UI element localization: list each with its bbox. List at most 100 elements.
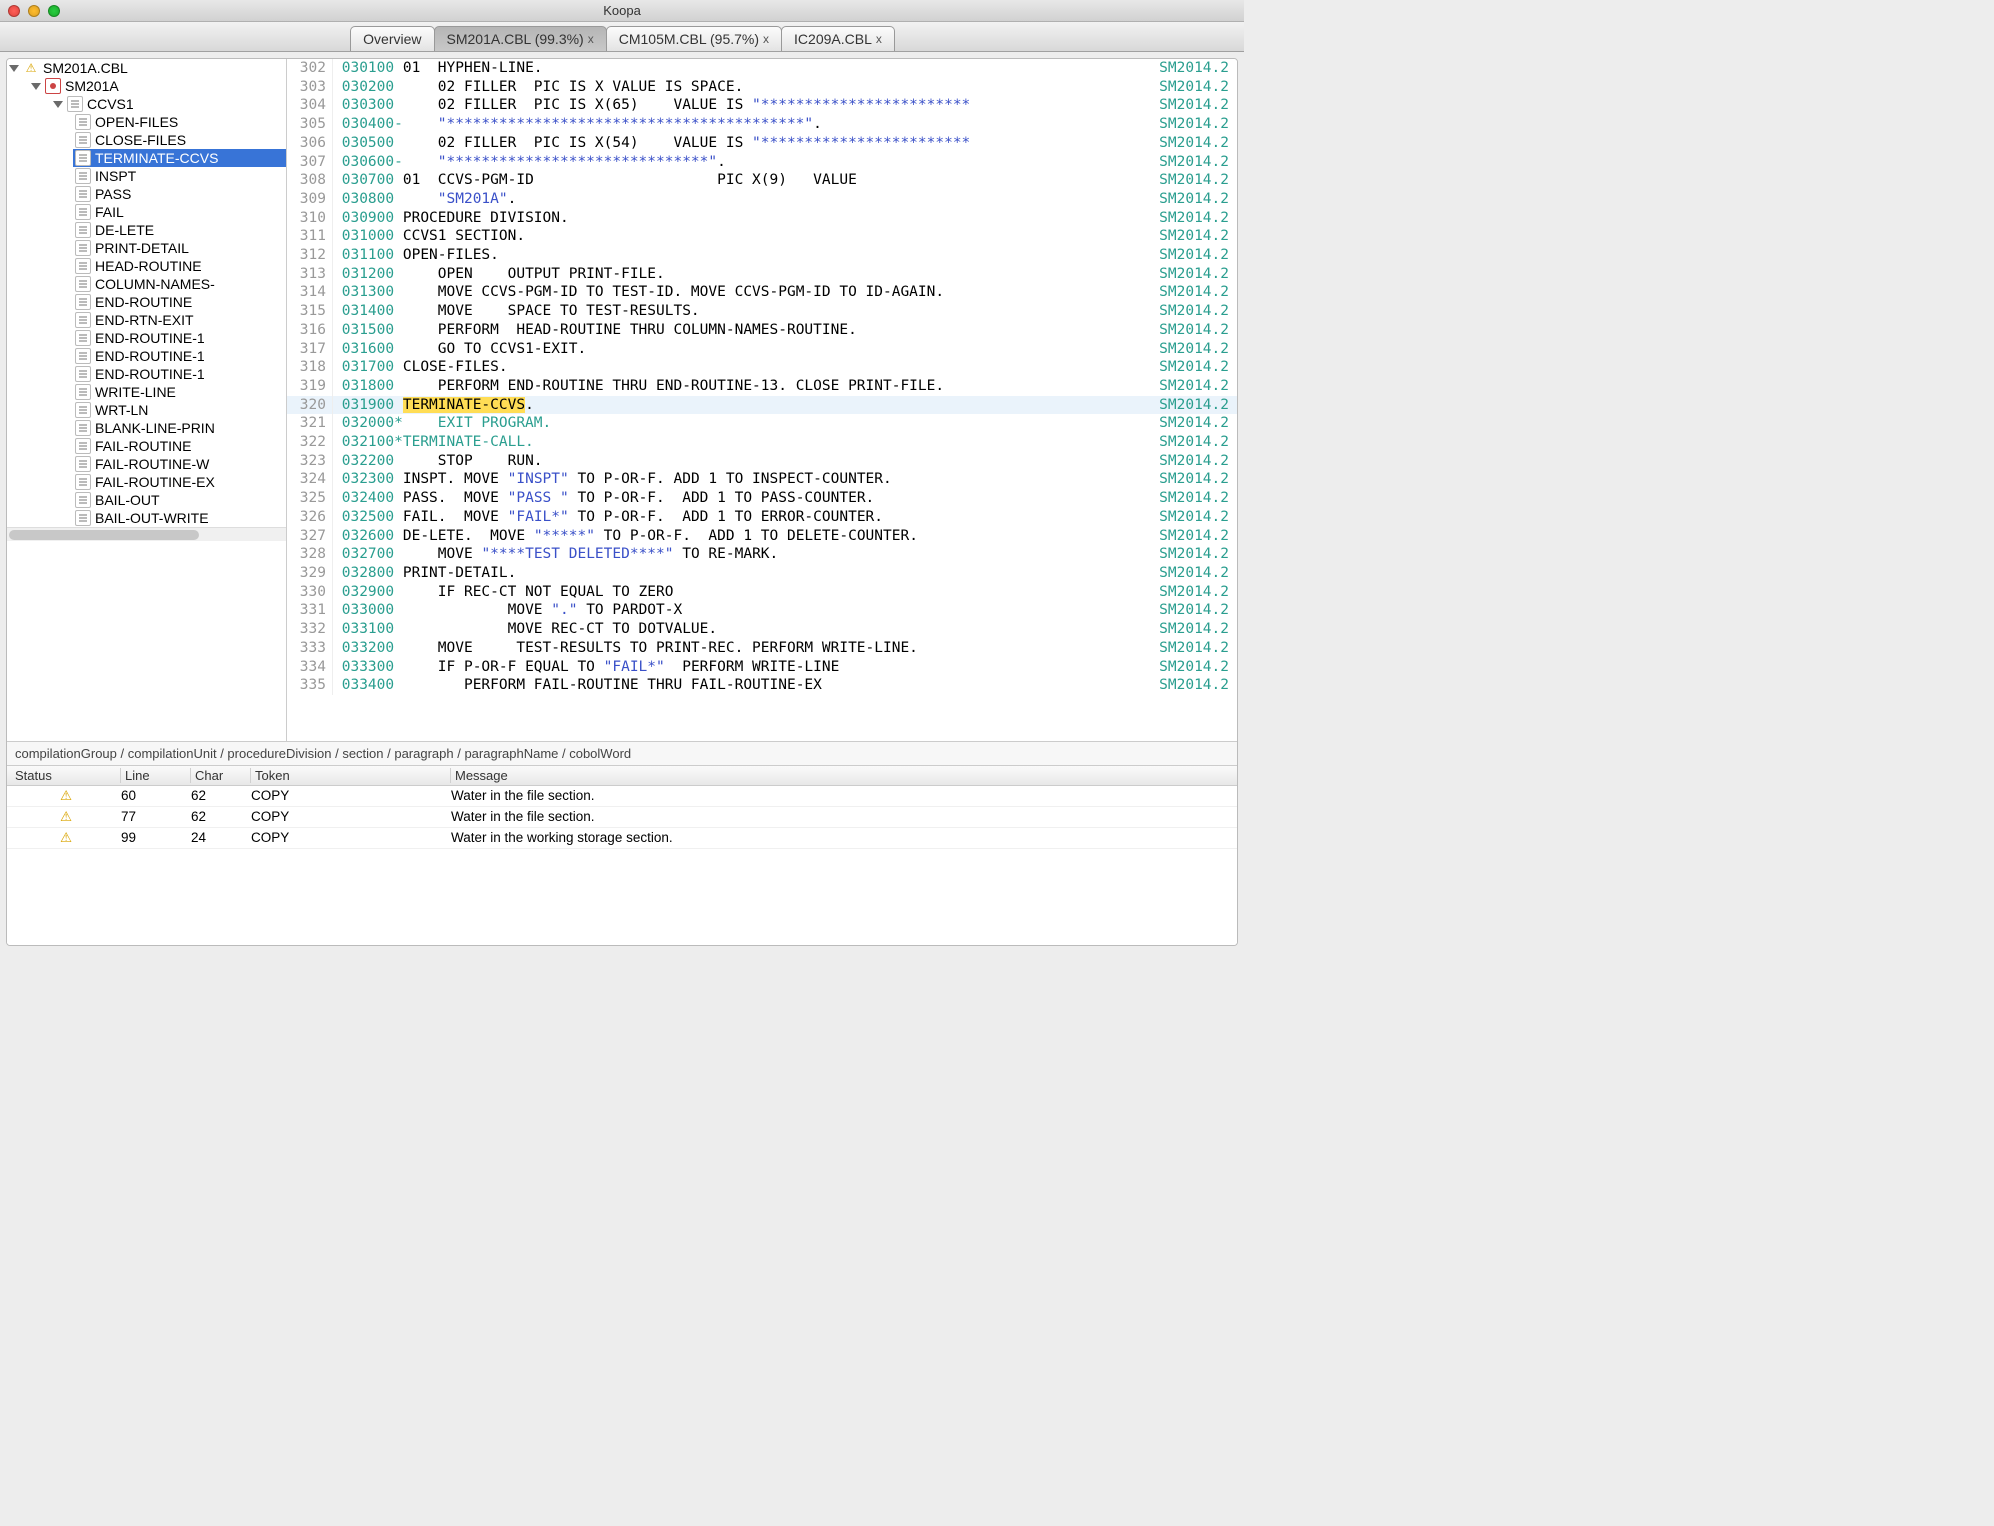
code-line[interactable]: 310 030900 PROCEDURE DIVISION.SM2014.2 (287, 209, 1237, 228)
code-line[interactable]: 330 032900 IF REC-CT NOT EQUAL TO ZEROSM… (287, 583, 1237, 602)
doc-icon (67, 96, 83, 112)
code-line[interactable]: 333 033200 MOVE TEST-RESULTS TO PRINT-RE… (287, 639, 1237, 658)
tree-item-label: OPEN-FILES (95, 114, 178, 130)
tree-item[interactable]: HEAD-ROUTINE (73, 257, 286, 275)
tree-item[interactable]: END-RTN-EXIT (73, 311, 286, 329)
code-line[interactable]: 304 030300 02 FILLER PIC IS X(65) VALUE … (287, 96, 1237, 115)
code-text: 030100 01 HYPHEN-LINE.SM2014.2 (333, 59, 1237, 78)
tree-item[interactable]: CLOSE-FILES (73, 131, 286, 149)
message-row[interactable]: ⚠7762COPYWater in the file section. (7, 807, 1237, 828)
disclosure-icon[interactable] (53, 101, 63, 108)
code-text: 030400- "*******************************… (333, 115, 1237, 134)
doc-icon (75, 510, 91, 526)
tab[interactable]: IC209A.CBLx (781, 26, 895, 51)
tree-item[interactable]: FAIL-ROUTINE (73, 437, 286, 455)
line-number: 324 (287, 470, 333, 489)
code-line[interactable]: 302 030100 01 HYPHEN-LINE.SM2014.2 (287, 59, 1237, 78)
col-token[interactable]: Token (251, 768, 451, 783)
disclosure-icon[interactable] (9, 65, 19, 72)
code-line[interactable]: 323 032200 STOP RUN.SM2014.2 (287, 452, 1237, 471)
message-row[interactable]: ⚠6062COPYWater in the file section. (7, 786, 1237, 807)
code-line[interactable]: 332 033100 MOVE REC-CT TO DOTVALUE.SM201… (287, 620, 1237, 639)
code-line[interactable]: 325 032400 PASS. MOVE "PASS " TO P-OR-F.… (287, 489, 1237, 508)
tab[interactable]: SM201A.CBL (99.3%)x (434, 26, 607, 51)
tree-program[interactable]: SM201A (29, 77, 286, 95)
code-line[interactable]: 315 031400 MOVE SPACE TO TEST-RESULTS.SM… (287, 302, 1237, 321)
tree-root[interactable]: SM201A.CBL (7, 59, 286, 77)
code-line[interactable]: 312 031100 OPEN-FILES.SM2014.2 (287, 246, 1237, 265)
line-number: 314 (287, 283, 333, 302)
tree-item[interactable]: END-ROUTINE-1 (73, 329, 286, 347)
code-line[interactable]: 328 032700 MOVE "****TEST DELETED****" T… (287, 545, 1237, 564)
code-line[interactable]: 317 031600 GO TO CCVS1-EXIT.SM2014.2 (287, 340, 1237, 359)
code-line[interactable]: 306 030500 02 FILLER PIC IS X(54) VALUE … (287, 134, 1237, 153)
tree-item-label: BAIL-OUT (95, 492, 160, 508)
tree-item[interactable]: TERMINATE-CCVS (73, 149, 286, 167)
message-row[interactable]: ⚠9924COPYWater in the working storage se… (7, 828, 1237, 849)
code-line[interactable]: 305 030400- "***************************… (287, 115, 1237, 134)
code-line[interactable]: 324 032300 INSPT. MOVE "INSPT" TO P-OR-F… (287, 470, 1237, 489)
code-line[interactable]: 322 032100*TERMINATE-CALL.SM2014.2 (287, 433, 1237, 452)
code-line[interactable]: 318 031700 CLOSE-FILES.SM2014.2 (287, 358, 1237, 377)
code-line[interactable]: 309 030800 "SM201A".SM2014.2 (287, 190, 1237, 209)
breadcrumb[interactable]: compilationGroup / compilationUnit / pro… (7, 741, 1237, 765)
code-line[interactable]: 327 032600 DE-LETE. MOVE "*****" TO P-OR… (287, 527, 1237, 546)
doc-icon (75, 420, 91, 436)
doc-icon (75, 366, 91, 382)
col-status[interactable]: Status (11, 768, 121, 783)
col-char[interactable]: Char (191, 768, 251, 783)
code-line[interactable]: 326 032500 FAIL. MOVE "FAIL*" TO P-OR-F.… (287, 508, 1237, 527)
code-line[interactable]: 334 033300 IF P-OR-F EQUAL TO "FAIL*" PE… (287, 658, 1237, 677)
scrollbar-thumb[interactable] (9, 530, 199, 540)
close-tab-icon[interactable]: x (588, 32, 594, 46)
close-tab-icon[interactable]: x (876, 32, 882, 46)
line-number: 325 (287, 489, 333, 508)
col-line[interactable]: Line (121, 768, 191, 783)
code-line[interactable]: 320 031900 TERMINATE-CCVS.SM2014.2 (287, 396, 1237, 415)
tree-horizontal-scrollbar[interactable] (7, 527, 286, 541)
warning-icon: ⚠ (11, 809, 121, 825)
file-icon (45, 78, 61, 94)
tree-item[interactable]: FAIL-ROUTINE-EX (73, 473, 286, 491)
tree-item[interactable]: END-ROUTINE-1 (73, 347, 286, 365)
tree-item[interactable]: INSPT (73, 167, 286, 185)
tree-item[interactable]: BLANK-LINE-PRIN (73, 419, 286, 437)
titlebar[interactable]: Koopa (0, 0, 1244, 22)
code-line[interactable]: 316 031500 PERFORM HEAD-ROUTINE THRU COL… (287, 321, 1237, 340)
tree-item[interactable]: DE-LETE (73, 221, 286, 239)
tab[interactable]: CM105M.CBL (95.7%)x (606, 26, 782, 51)
tree-item[interactable]: PASS (73, 185, 286, 203)
code-line[interactable]: 303 030200 02 FILLER PIC IS X VALUE IS S… (287, 78, 1237, 97)
tree-section[interactable]: CCVS1 (51, 95, 286, 113)
code-line[interactable]: 321 032000* EXIT PROGRAM.SM2014.2 (287, 414, 1237, 433)
tree-item[interactable]: BAIL-OUT-WRITE (73, 509, 286, 527)
tree-item[interactable]: WRITE-LINE (73, 383, 286, 401)
tree-item[interactable]: BAIL-OUT (73, 491, 286, 509)
messages-panel[interactable]: Status Line Char Token Message ⚠6062COPY… (7, 765, 1237, 945)
tree-item[interactable]: PRINT-DETAIL (73, 239, 286, 257)
code-line[interactable]: 308 030700 01 CCVS-PGM-ID PIC X(9) VALUE… (287, 171, 1237, 190)
outline-tree[interactable]: SM201A.CBL SM201A (7, 59, 287, 741)
tree-item[interactable]: END-ROUTINE (73, 293, 286, 311)
code-line[interactable]: 335 033400 PERFORM FAIL-ROUTINE THRU FAI… (287, 676, 1237, 695)
disclosure-icon[interactable] (31, 83, 41, 90)
code-line[interactable]: 313 031200 OPEN OUTPUT PRINT-FILE.SM2014… (287, 265, 1237, 284)
code-line[interactable]: 319 031800 PERFORM END-ROUTINE THRU END-… (287, 377, 1237, 396)
code-text: 032100*TERMINATE-CALL.SM2014.2 (333, 433, 1237, 452)
tree-item[interactable]: WRT-LN (73, 401, 286, 419)
code-editor[interactable]: 302 030100 01 HYPHEN-LINE.SM2014.2303 03… (287, 59, 1237, 741)
code-line[interactable]: 314 031300 MOVE CCVS-PGM-ID TO TEST-ID. … (287, 283, 1237, 302)
tree-item[interactable]: OPEN-FILES (73, 113, 286, 131)
doc-icon (75, 258, 91, 274)
code-line[interactable]: 307 030600- "***************************… (287, 153, 1237, 172)
tab[interactable]: Overview (350, 26, 434, 51)
tree-item[interactable]: FAIL-ROUTINE-W (73, 455, 286, 473)
close-tab-icon[interactable]: x (763, 32, 769, 46)
code-line[interactable]: 329 032800 PRINT-DETAIL.SM2014.2 (287, 564, 1237, 583)
col-message[interactable]: Message (451, 768, 1233, 783)
code-line[interactable]: 331 033000 MOVE "." TO PARDOT-XSM2014.2 (287, 601, 1237, 620)
tree-item[interactable]: END-ROUTINE-1 (73, 365, 286, 383)
code-line[interactable]: 311 031000 CCVS1 SECTION.SM2014.2 (287, 227, 1237, 246)
tree-item[interactable]: FAIL (73, 203, 286, 221)
tree-item[interactable]: COLUMN-NAMES- (73, 275, 286, 293)
